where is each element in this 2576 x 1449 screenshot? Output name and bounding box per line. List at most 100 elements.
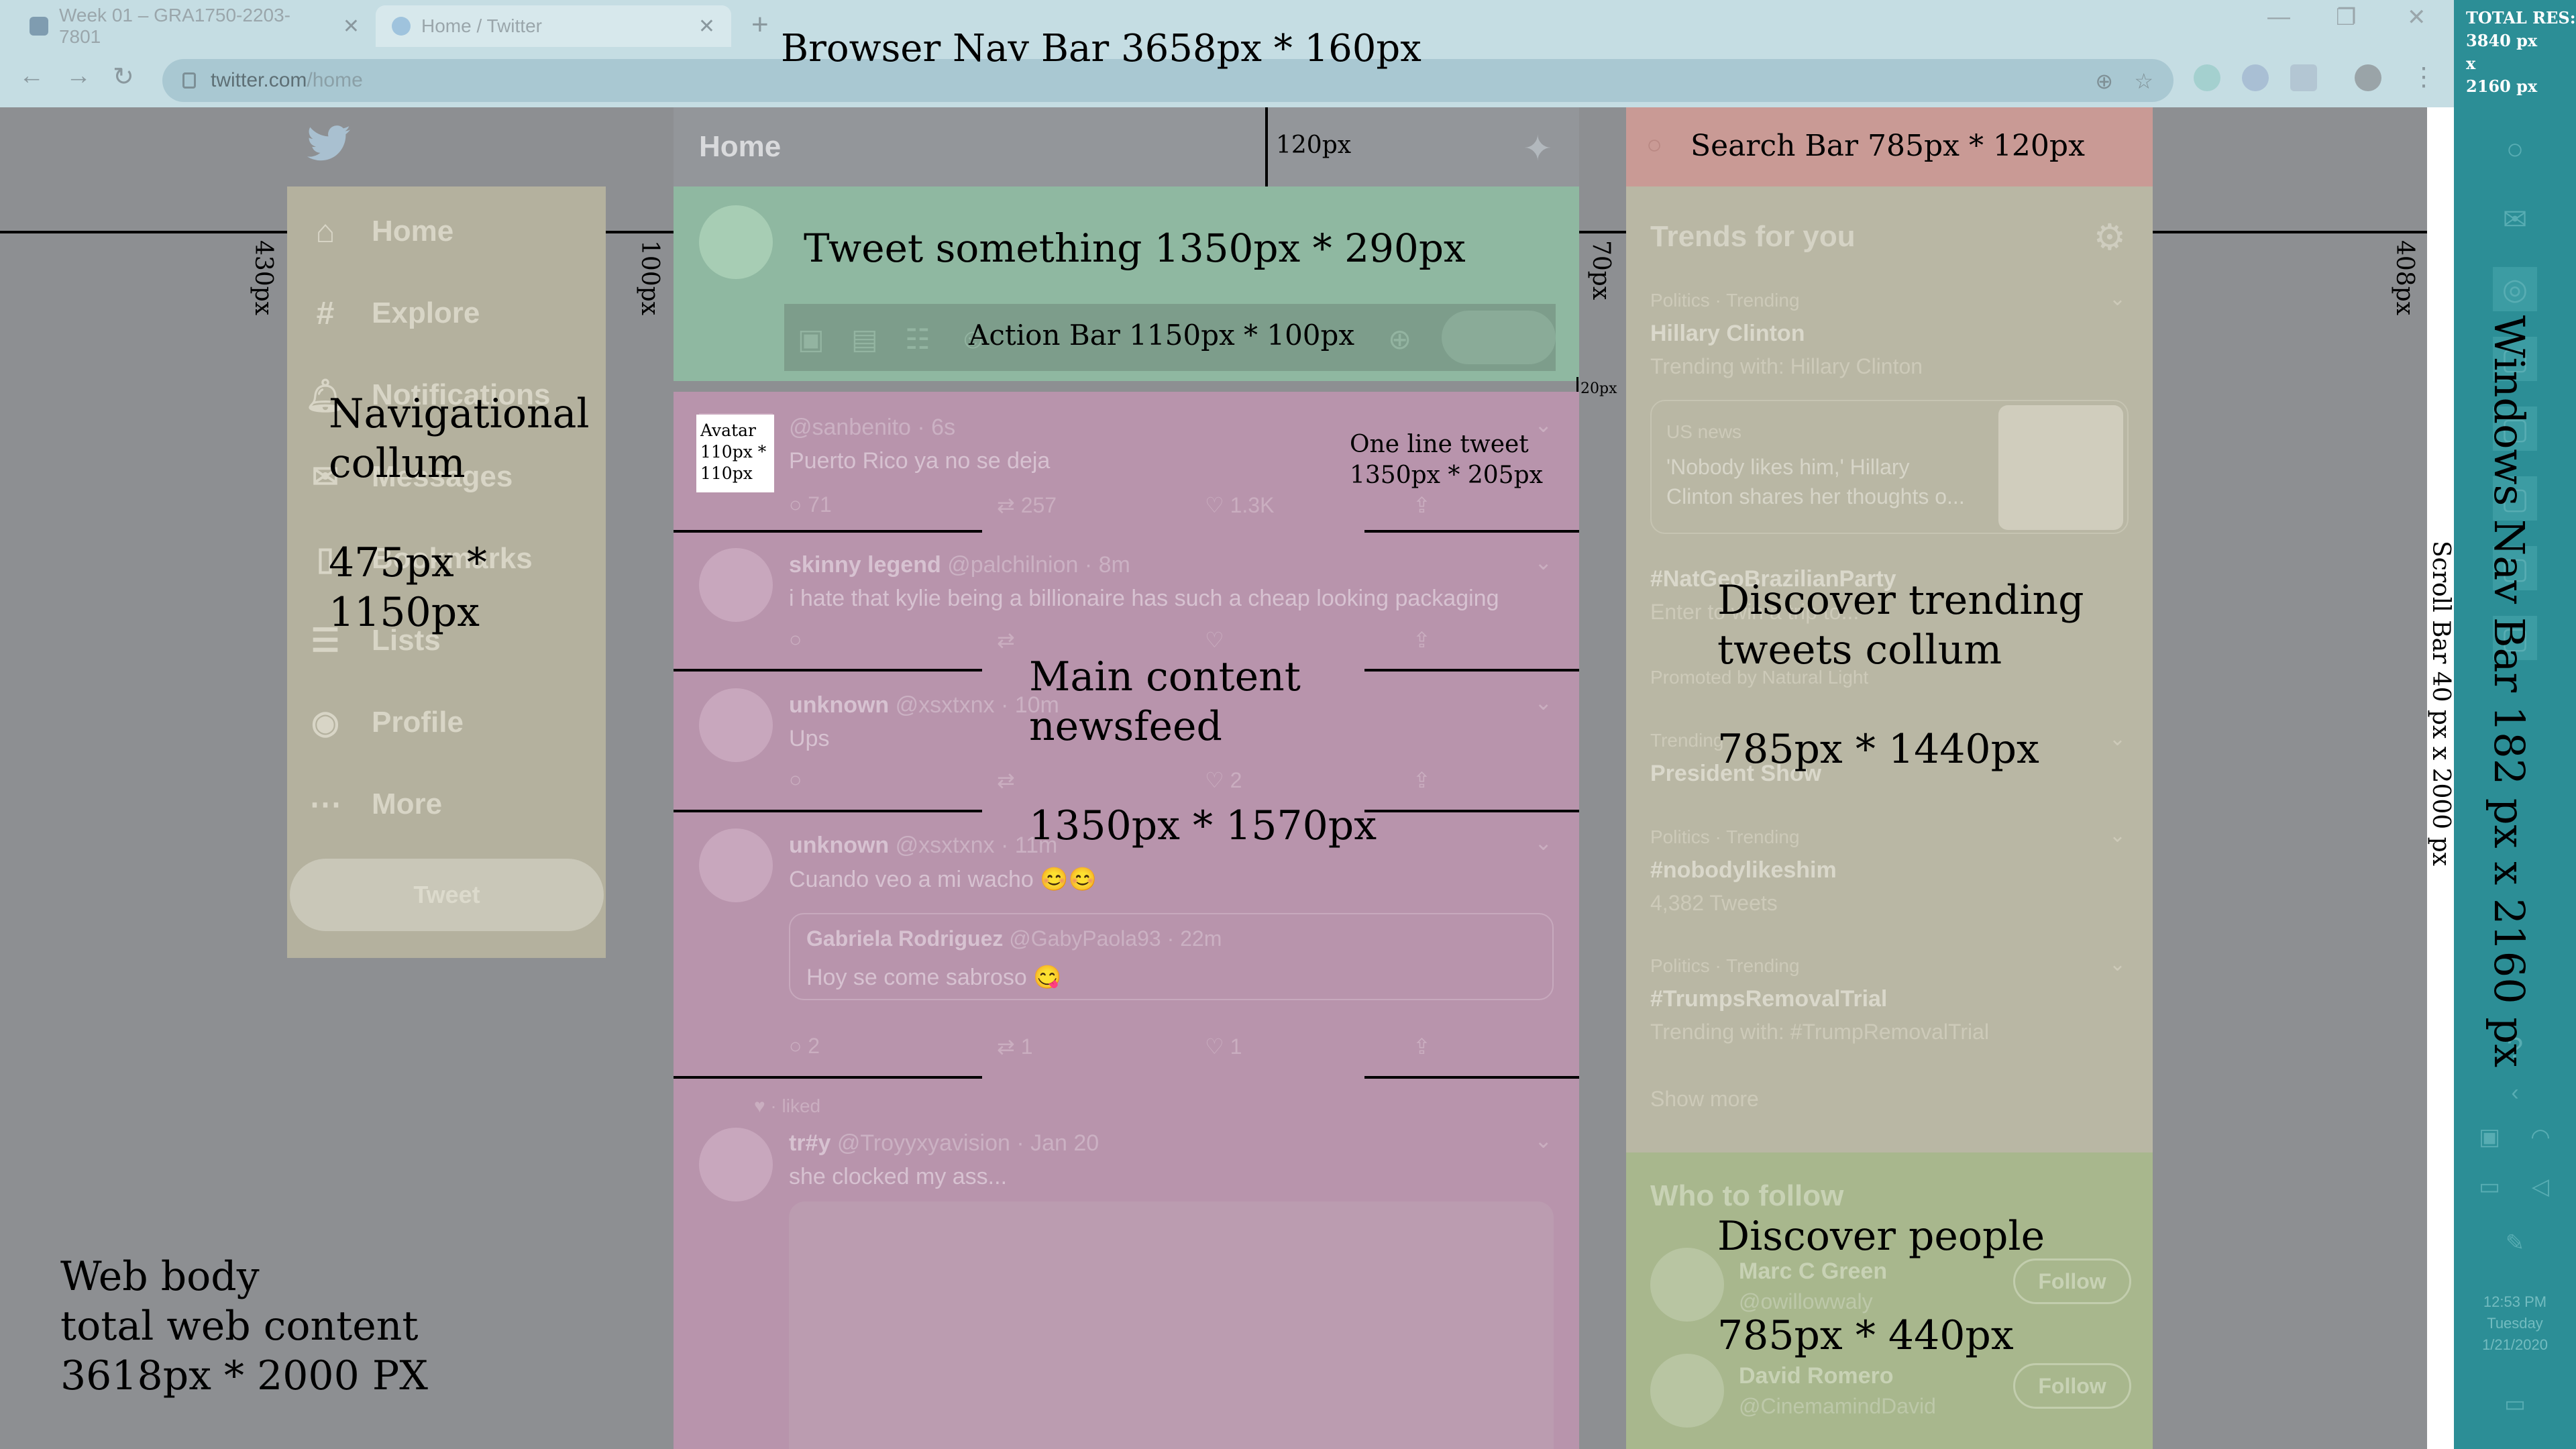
retweet-icon[interactable]: ⇄ 1 bbox=[997, 1034, 1033, 1059]
extension-icon[interactable] bbox=[2242, 64, 2269, 91]
tweet-text: Puerto Rico ya no se deja bbox=[789, 448, 1051, 474]
reply-icon[interactable]: ○ 2 bbox=[789, 1034, 820, 1059]
profile-avatar[interactable] bbox=[2355, 64, 2381, 91]
share-icon[interactable]: ⇪ bbox=[1413, 1034, 1431, 1059]
news-card[interactable]: US news 'Nobody likes him,' Hillary Clin… bbox=[1650, 400, 2129, 534]
chevron-down-icon[interactable]: ⌄ bbox=[1534, 830, 1552, 855]
annotation-tweet-something: Tweet something 1350px * 290px bbox=[804, 225, 1466, 271]
annotation-main-content: Main content newsfeed 1350px * 1570px bbox=[1029, 653, 1377, 849]
close-tab-icon[interactable]: ✕ bbox=[343, 15, 360, 38]
chevron-down-icon[interactable]: ⌄ bbox=[2109, 727, 2126, 751]
close-window-icon[interactable]: ✕ bbox=[2407, 4, 2426, 31]
lock-icon bbox=[182, 72, 196, 89]
tweet-media[interactable] bbox=[789, 1201, 1554, 1449]
trend-name: Hillary Clinton bbox=[1650, 321, 1805, 346]
chevron-down-icon[interactable]: ⌄ bbox=[2109, 824, 2126, 847]
tweet-button[interactable]: Tweet bbox=[290, 859, 604, 931]
trend-sub: Trending with: Hillary Clinton bbox=[1650, 354, 1923, 378]
minimize-icon[interactable]: — bbox=[2267, 4, 2290, 30]
bookmark-star-icon[interactable]: ☆ bbox=[2134, 68, 2153, 94]
follow-handle: @CinemamindDavid bbox=[1739, 1394, 1936, 1418]
pen-icon[interactable]: ✎ bbox=[2493, 1221, 2537, 1265]
wifi-icon[interactable]: ◠ bbox=[2518, 1115, 2563, 1159]
nav-item-profile[interactable]: ◉ Profile bbox=[287, 692, 606, 753]
gear-icon[interactable]: ⚙ bbox=[2094, 216, 2126, 258]
reply-icon[interactable]: ○ bbox=[789, 767, 802, 792]
extension-icon[interactable] bbox=[2194, 64, 2220, 91]
cortana-icon[interactable]: ○ bbox=[2493, 127, 2537, 172]
annotation-408px: 408px bbox=[2391, 240, 2418, 316]
trend-meta: Politics · Trending bbox=[1650, 826, 1800, 847]
tweet-text: she clocked my ass... bbox=[789, 1164, 1008, 1189]
guide-line bbox=[1576, 377, 1578, 392]
volume-icon[interactable]: ◁ bbox=[2518, 1165, 2563, 1209]
poll-icon[interactable]: ☷ bbox=[905, 323, 930, 356]
profile-icon: ◉ bbox=[311, 705, 339, 741]
news-thumbnail bbox=[1998, 405, 2123, 530]
new-tab-button[interactable]: + bbox=[751, 8, 769, 42]
tweet-text: Ups bbox=[789, 726, 830, 751]
add-thread-icon[interactable]: ⊕ bbox=[1388, 323, 1411, 356]
back-icon[interactable]: ← bbox=[19, 62, 44, 91]
close-tab-icon[interactable]: ✕ bbox=[698, 15, 715, 38]
reload-icon[interactable]: ↻ bbox=[113, 62, 134, 92]
like-icon[interactable]: ♡ 1.3K bbox=[1205, 492, 1274, 518]
chevron-down-icon[interactable]: ⌄ bbox=[1534, 549, 1552, 575]
system-clock[interactable]: 12:53 PM Tuesday 1/21/2020 bbox=[2454, 1291, 2576, 1356]
retweet-icon[interactable]: ⇄ bbox=[997, 767, 1015, 793]
chevron-down-icon[interactable]: ⌄ bbox=[2109, 287, 2126, 311]
avatar bbox=[699, 688, 773, 762]
annotation-430px: 430px bbox=[250, 240, 277, 316]
reply-icon[interactable]: ○ 71 bbox=[789, 492, 832, 517]
notifications-icon[interactable]: ▭ bbox=[2493, 1382, 2537, 1426]
nav-item-home[interactable]: ⌂ Home bbox=[287, 201, 606, 262]
tweet-divider bbox=[1364, 669, 1579, 672]
like-icon[interactable]: ♡ bbox=[1205, 627, 1224, 653]
twitter-logo-icon[interactable] bbox=[305, 121, 352, 168]
nav-item-label: More bbox=[372, 788, 443, 820]
nav-item-more[interactable]: ⋯ More bbox=[287, 774, 606, 835]
chevron-down-icon[interactable]: ⌄ bbox=[1534, 690, 1552, 715]
clock-date: 1/21/2020 bbox=[2482, 1336, 2548, 1353]
tweet-author: tr#y @Troyyxyavision · Jan 20 bbox=[789, 1130, 1099, 1156]
reply-icon[interactable]: ○ bbox=[789, 627, 802, 652]
tab-twitter[interactable]: Home / Twitter ✕ bbox=[376, 5, 731, 47]
nav-item-explore[interactable]: # Explore bbox=[287, 283, 606, 343]
like-icon[interactable]: ♡ 1 bbox=[1205, 1034, 1242, 1059]
extension-icon[interactable] bbox=[2290, 64, 2317, 91]
trend-name: #nobodylikeshim bbox=[1650, 857, 1837, 883]
network-icon[interactable]: ▣ bbox=[2467, 1115, 2512, 1159]
tweet-divider bbox=[674, 669, 982, 672]
maximize-icon[interactable]: ❐ bbox=[2336, 4, 2356, 31]
image-icon[interactable]: ▣ bbox=[798, 323, 824, 356]
forward-icon[interactable]: → bbox=[66, 62, 91, 91]
battery-icon[interactable]: ▭ bbox=[2467, 1165, 2512, 1209]
tweet[interactable]: skinny legend @palchilnion · 8m i hate t… bbox=[674, 532, 1579, 669]
show-more-link[interactable]: Show more bbox=[1650, 1087, 1759, 1112]
share-icon[interactable]: ⇪ bbox=[1413, 627, 1431, 653]
tweet[interactable]: ♥ · liked tr#y @Troyyxyavision · Jan 20 … bbox=[674, 1081, 1579, 1449]
chevron-down-icon[interactable]: ⌄ bbox=[2109, 953, 2126, 976]
trend-meta: Politics · Trending bbox=[1650, 955, 1800, 976]
chevron-left-icon[interactable]: ‹ bbox=[2493, 1071, 2537, 1115]
tweet[interactable]: unknown @xsxtxnx · 11m Cuando veo a mi w… bbox=[674, 812, 1579, 1078]
trends-title: Trends for you bbox=[1650, 220, 1856, 253]
mail-app-icon[interactable]: ✉ bbox=[2493, 197, 2537, 241]
install-icon[interactable]: ⊕ bbox=[2095, 68, 2113, 94]
chrome-icon[interactable]: ◎ bbox=[2493, 267, 2537, 311]
compose-tweet-button[interactable] bbox=[1442, 311, 1556, 364]
menu-icon[interactable]: ⋮ bbox=[2411, 62, 2436, 92]
chevron-down-icon[interactable]: ⌄ bbox=[1534, 1128, 1552, 1153]
annotation-windows-nav: Windows Nav Bar 182 px x 2160 px bbox=[2485, 315, 2534, 1068]
quoted-tweet[interactable]: Gabriela Rodriguez @GabyPaola93 · 22m Ho… bbox=[789, 913, 1554, 1000]
retweet-icon[interactable]: ⇄ 257 bbox=[997, 492, 1057, 518]
tab-course[interactable]: Week 01 – GRA1750-2203-7801 ✕ bbox=[13, 5, 376, 47]
share-icon[interactable]: ⇪ bbox=[1413, 492, 1431, 518]
retweet-icon[interactable]: ⇄ bbox=[997, 627, 1015, 653]
follow-button[interactable]: Follow bbox=[2013, 1363, 2131, 1409]
annotation-discover-people: Discover people 785px * 440px bbox=[1717, 1213, 2045, 1359]
page-title: Home bbox=[699, 130, 782, 163]
sparkle-icon[interactable]: ✦ bbox=[1523, 129, 1552, 169]
share-icon[interactable]: ⇪ bbox=[1413, 767, 1431, 793]
gif-icon[interactable]: ▤ bbox=[851, 323, 878, 356]
